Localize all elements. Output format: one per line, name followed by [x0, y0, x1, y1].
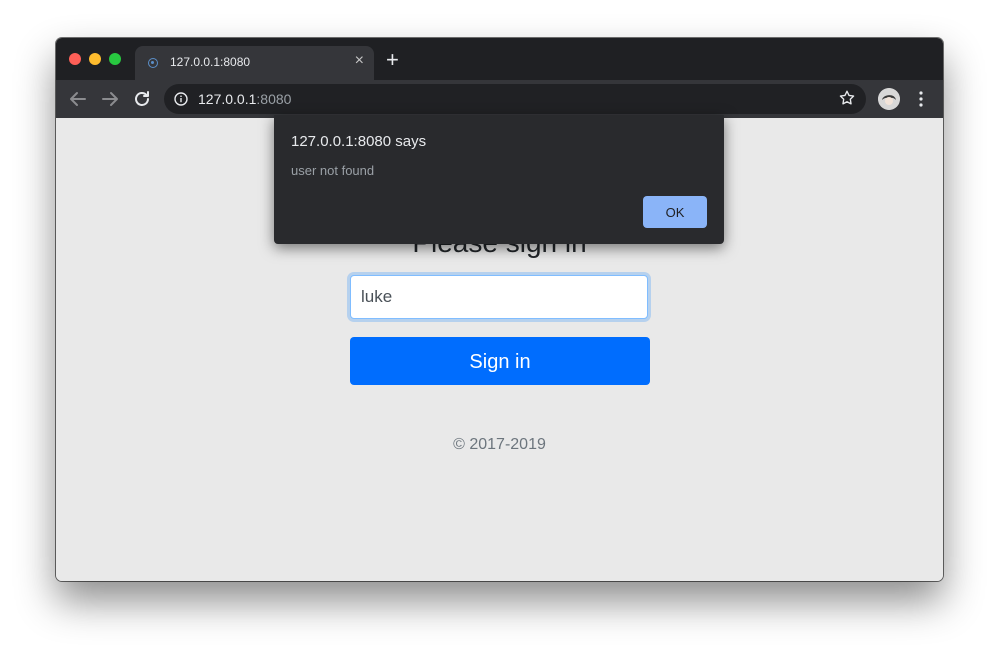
kebab-menu-icon[interactable]: [914, 90, 928, 108]
minimize-window-button[interactable]: [89, 53, 101, 65]
browser-tab[interactable]: 127.0.0.1:8080 ×: [135, 46, 374, 80]
back-arrow-icon[interactable]: [66, 87, 90, 111]
star-icon[interactable]: [838, 89, 856, 107]
url-host: 127.0.0.1: [198, 91, 257, 107]
close-window-button[interactable]: [69, 53, 81, 65]
url-text: 127.0.0.1:8080: [198, 91, 291, 107]
ok-button[interactable]: OK: [643, 196, 707, 228]
reload-icon[interactable]: [130, 87, 154, 111]
url-port: :8080: [256, 91, 292, 107]
copyright-text: © 2017-2019: [453, 436, 546, 453]
dialog-message: user not found: [291, 163, 375, 178]
username-input[interactable]: [350, 275, 648, 319]
browser-toolbar: 127.0.0.1:8080: [56, 80, 943, 118]
tab-strip: 127.0.0.1:8080 × +: [56, 38, 943, 80]
tab-title: 127.0.0.1:8080: [170, 55, 251, 69]
maximize-window-button[interactable]: [109, 53, 121, 65]
dialog-title: 127.0.0.1:8080 says: [291, 133, 427, 150]
alert-dialog: 127.0.0.1:8080 says user not found OK: [274, 115, 724, 244]
avatar[interactable]: [878, 88, 900, 110]
tab-close-icon[interactable]: ×: [355, 52, 364, 70]
info-icon[interactable]: [174, 92, 188, 106]
sign-in-button[interactable]: Sign in: [350, 337, 650, 385]
new-tab-button[interactable]: +: [386, 49, 399, 71]
forward-arrow-icon[interactable]: [98, 87, 122, 111]
address-bar[interactable]: 127.0.0.1:8080: [164, 84, 866, 114]
favicon-icon: [148, 58, 158, 68]
